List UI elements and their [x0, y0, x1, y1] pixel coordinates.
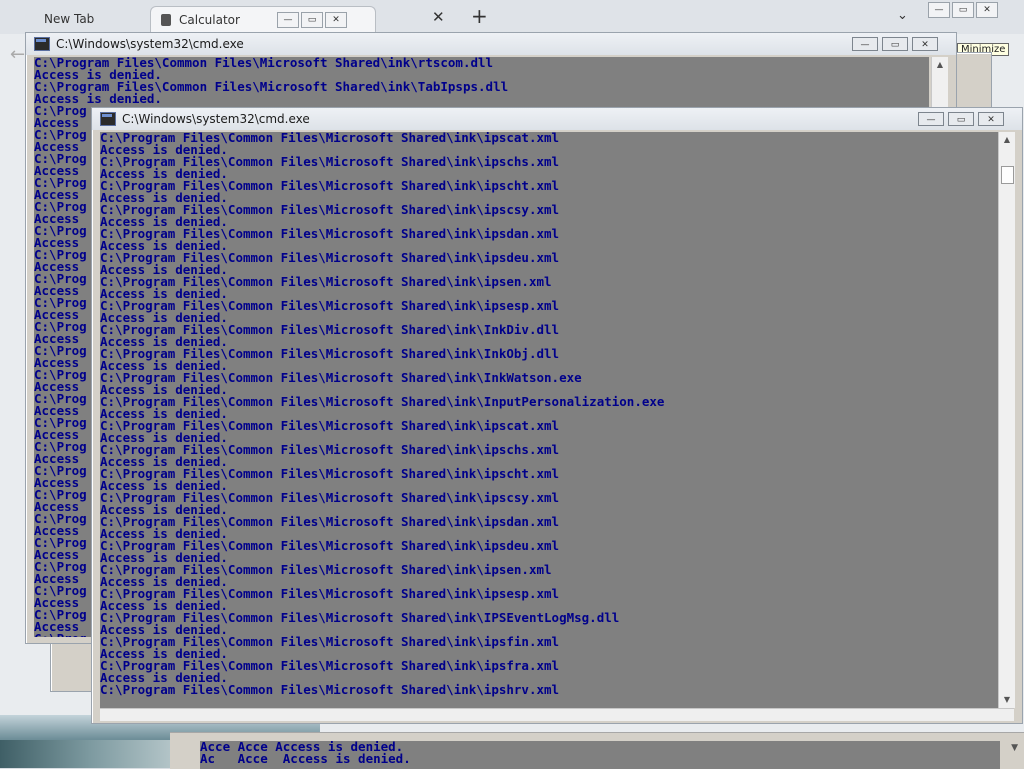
console-line: C:\Program Files\Common Files\Microsoft … [100, 154, 560, 169]
console-line: C:\Program Files\Common Files\Microsoft … [34, 57, 494, 70]
browser-window-controls: — ▭ ✕ [928, 2, 998, 18]
console-line: C:\Program Files\Common Files\Microsoft … [100, 514, 560, 529]
console-line: C:\Program Files\Common Files\Microsoft … [34, 79, 509, 94]
console-line: C:\Program Files\Common Files\Microsoft … [100, 442, 560, 457]
console-line: C:\Program Files\Common Files\Microsoft … [100, 562, 552, 577]
vertical-scrollbar[interactable]: ▲ ▼ [998, 132, 1015, 708]
cmd-window-bottom[interactable]: Acce Acce Access is denied. Ac Acce Acces… [170, 732, 1024, 769]
maximize-button[interactable]: ▭ [948, 112, 974, 126]
minimize-button[interactable]: — [852, 37, 878, 51]
minimize-button[interactable]: — [928, 2, 950, 18]
tab-new-tab[interactable]: New Tab [44, 6, 94, 32]
minimize-button[interactable]: — [277, 12, 299, 28]
minimize-button[interactable]: — [918, 112, 944, 126]
scroll-down-icon[interactable]: ▼ [1011, 743, 1018, 753]
calculator-icon [161, 13, 171, 26]
cmd-window-front[interactable]: C:\Windows\system32\cmd.exe — ▭ ✕ C:\Pro… [91, 107, 1023, 724]
console-output[interactable]: Acce Acce Access is denied. Ac Acce Acces… [200, 741, 1000, 769]
cmd-icon [34, 37, 50, 51]
console-line: C:\Program Files\Common Files\Microsoft … [100, 274, 552, 289]
console-line: Ac Acce Access is denied. [200, 751, 411, 766]
console-line: C:\Program Files\Common Files\Microsoft … [100, 682, 560, 697]
console-line: C:\Program Files\Common Files\Microsoft … [100, 346, 560, 361]
window-controls: — ▭ ✕ [852, 37, 938, 51]
scroll-up-icon[interactable]: ▲ [932, 57, 948, 73]
horizontal-scrollbar[interactable] [100, 708, 1014, 721]
console-line: C:\Program Files\Common Files\Microsoft … [100, 658, 560, 673]
maximize-button[interactable]: ▭ [882, 37, 908, 51]
console-line: C:\Program Files\Common Files\Microsoft … [100, 132, 560, 145]
close-button[interactable]: ✕ [912, 37, 938, 51]
console-line: C:\Program Files\Common Files\Microsoft … [100, 322, 560, 337]
console-line: C:\Program Files\Common Files\Microsoft … [100, 298, 560, 313]
new-tab-icon[interactable]: + [471, 4, 488, 28]
console-line: C:\Program Files\Common Files\Microsoft … [100, 634, 560, 649]
console-line: C:\Program Files\Common Files\Microsoft … [100, 586, 560, 601]
close-tab-icon[interactable]: ✕ [432, 8, 445, 26]
scroll-up-icon[interactable]: ▲ [999, 132, 1015, 148]
console-line: C:\Program Files\Common Files\Microsoft … [100, 178, 560, 193]
calculator-window-controls: — ▭ ✕ [277, 12, 347, 28]
window-controls: — ▭ ✕ [918, 112, 1004, 126]
cmd-icon [100, 112, 116, 126]
window-title: C:\Windows\system32\cmd.exe [56, 37, 244, 51]
window-titlebar[interactable]: C:\Windows\system32\cmd.exe — ▭ ✕ [26, 33, 956, 55]
tab-calculator[interactable]: Calculator — ▭ ✕ [150, 6, 376, 32]
window-titlebar[interactable]: C:\Windows\system32\cmd.exe — ▭ ✕ [92, 108, 1022, 130]
wallpaper-image-lower [0, 740, 180, 768]
console-line: C:\Program Files\Common Files\Microsoft … [100, 538, 560, 553]
scroll-thumb[interactable] [1001, 166, 1014, 184]
console-output[interactable]: C:\Program Files\Common Files\Microsoft … [100, 132, 998, 708]
scroll-down-icon[interactable]: ▼ [999, 692, 1015, 708]
maximize-button[interactable]: ▭ [301, 12, 323, 28]
console-line: C:\Program Files\Common Files\Microsoft … [100, 226, 560, 241]
console-line: C:\Program Files\Common Files\Microsoft … [100, 394, 665, 409]
console-line: C:\Program Files\Common Files\Microsoft … [100, 370, 582, 385]
close-button[interactable]: ✕ [325, 12, 347, 28]
maximize-button[interactable]: ▭ [952, 2, 974, 18]
back-arrow-icon[interactable]: ← [10, 44, 25, 65]
console-line: C:\Program Files\Common Files\Microsoft … [100, 250, 560, 265]
window-title: C:\Windows\system32\cmd.exe [122, 112, 310, 126]
console-line: C:\Program Files\Common Files\Microsoft … [100, 490, 560, 505]
console-line: C:\Program Files\Common Files\Microsoft … [100, 418, 560, 433]
tab-label: New Tab [44, 12, 95, 26]
tab-label: Calculator [179, 12, 240, 27]
chevron-down-icon[interactable]: ⌄ [897, 8, 908, 23]
console-line: C:\Program Files\Common Files\Microsoft … [100, 202, 560, 217]
close-button[interactable]: ✕ [976, 2, 998, 18]
console-line: C:\Program Files\Common Files\Microsoft … [100, 466, 560, 481]
console-line: C:\Program Files\Common Files\Microsoft … [100, 610, 620, 625]
console-line: Access is denied. [34, 91, 162, 106]
close-button[interactable]: ✕ [978, 112, 1004, 126]
browser-tab-strip: New Tab Calculator — ▭ ✕ ✕ + ⌄ — ▭ ✕ [0, 0, 1024, 34]
